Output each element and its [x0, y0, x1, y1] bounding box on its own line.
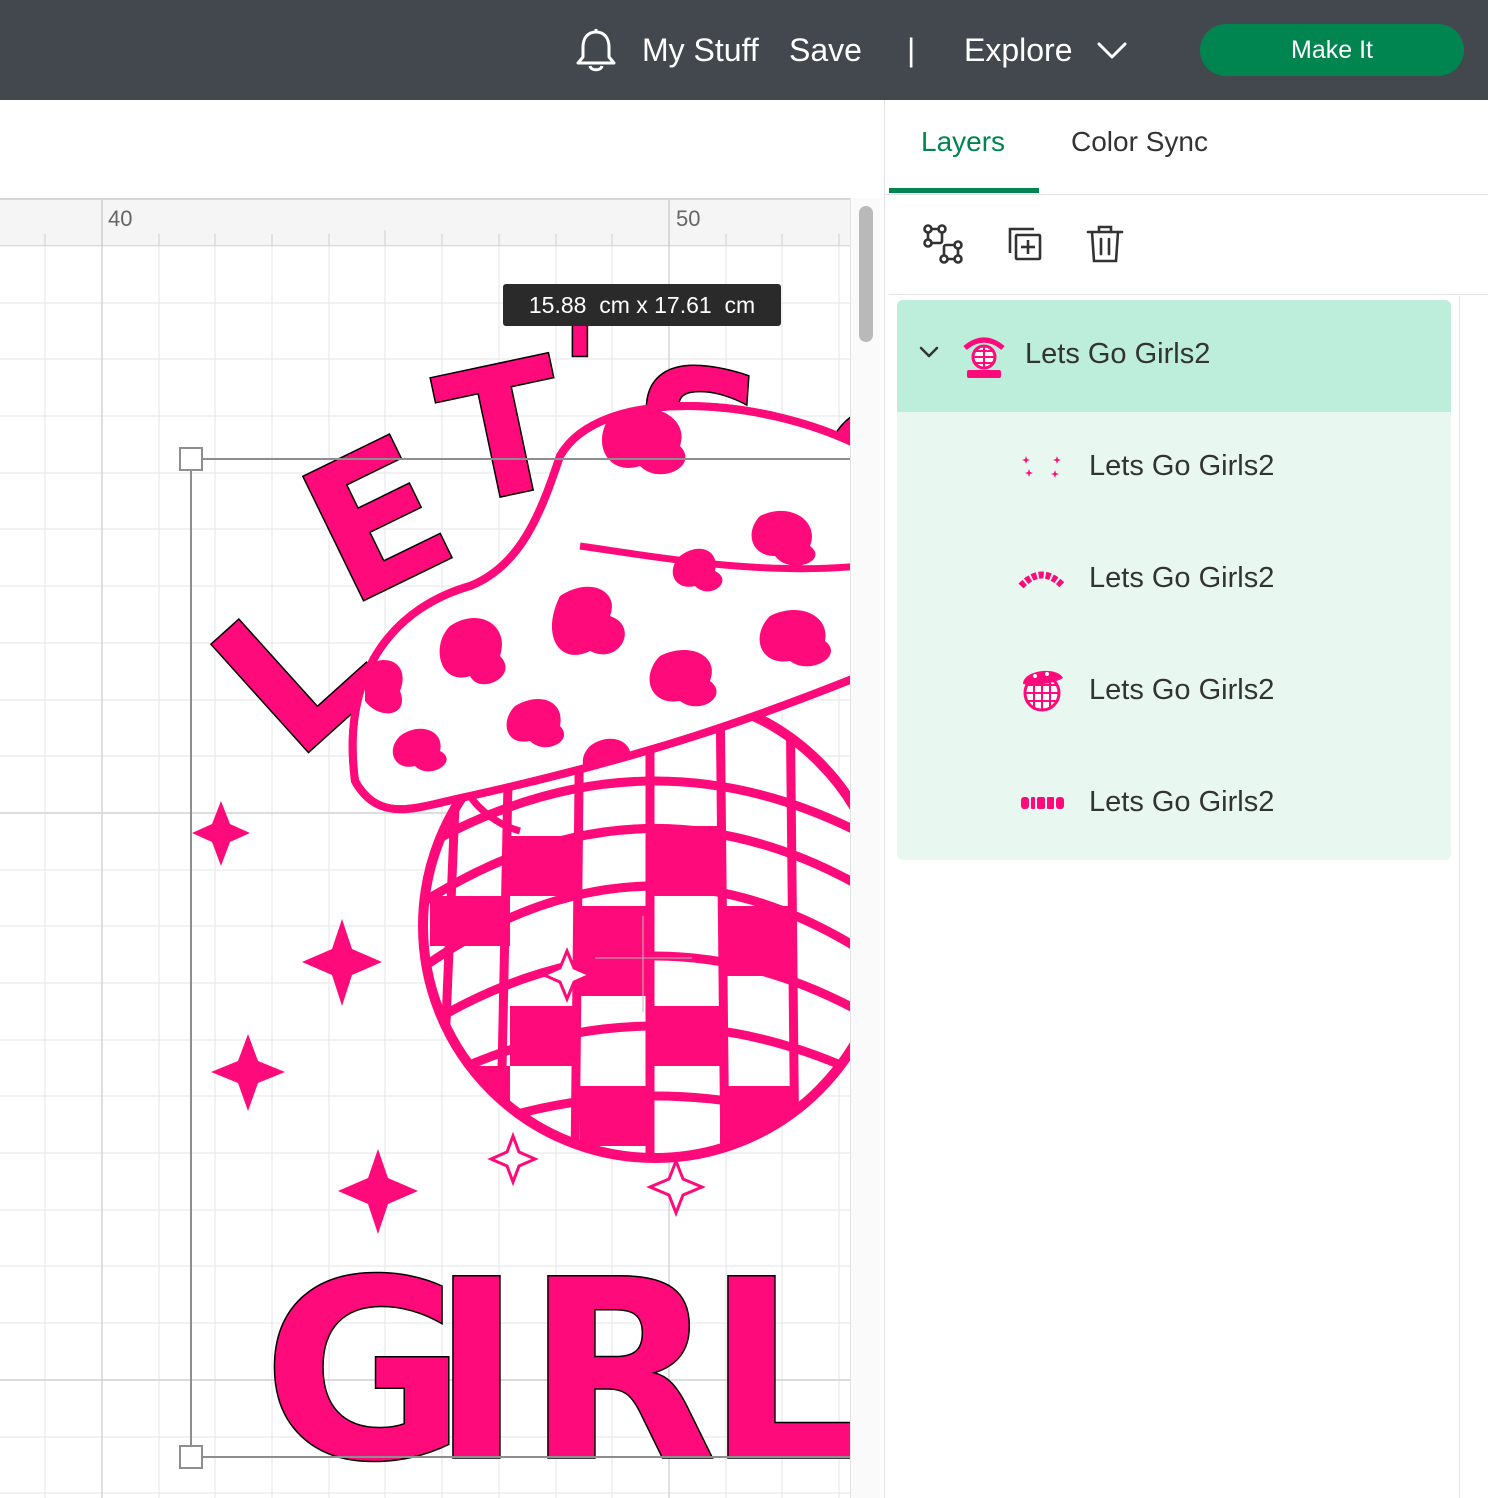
- design-artwork[interactable]: L E T ' S G: [0, 246, 850, 1498]
- tab-divider: [885, 194, 1488, 195]
- canvas-scrollbar-thumb[interactable]: [859, 206, 873, 342]
- layer-name[interactable]: Lets Go Girls2: [1089, 786, 1274, 819]
- layer-thumbnail-full-design: [963, 337, 1005, 378]
- layer-group-header[interactable]: Lets Go Girls2: [897, 300, 1451, 412]
- sparkle-2: [302, 919, 382, 1006]
- layer-thumbnail-hat-disco-ball: [1023, 670, 1063, 712]
- resize-handle-bottom-left[interactable]: [179, 1445, 203, 1469]
- bell-icon[interactable]: [574, 28, 618, 74]
- layer-row-sparkles[interactable]: Lets Go Girls2: [897, 412, 1451, 524]
- duplicate-icon[interactable]: [1003, 222, 1047, 266]
- layer-thumbnail-lets-go-text: [1018, 571, 1066, 589]
- layer-row-hat-disco-ball[interactable]: Lets Go Girls2: [897, 636, 1451, 748]
- sparkle-6: [487, 1131, 539, 1187]
- chevron-down-icon[interactable]: [1096, 38, 1128, 62]
- panel-scrollbar[interactable]: [1459, 296, 1488, 1498]
- layer-name[interactable]: Lets Go Girls2: [1089, 674, 1274, 707]
- my-stuff-link[interactable]: My Stuff: [642, 0, 759, 100]
- layer-row-lets-go-text[interactable]: Lets Go Girls2: [897, 524, 1451, 636]
- save-button[interactable]: Save: [789, 0, 862, 100]
- ruler-label-50: 50: [676, 206, 701, 231]
- design-canvas[interactable]: 40 50 L E T ' G I R L 15.88 cm x 17.61 c…: [0, 100, 884, 1498]
- tab-color-sync[interactable]: Color Sync: [1071, 126, 1208, 158]
- chevron-down-icon[interactable]: [917, 340, 941, 364]
- trash-icon[interactable]: [1083, 222, 1127, 266]
- top-bar: My Stuff Save | Explore Make It: [0, 0, 1488, 100]
- layer-name[interactable]: Lets Go Girls2: [1089, 562, 1274, 595]
- layer-row-girls-text[interactable]: Lets Go Girls2: [897, 748, 1451, 860]
- layers-panel: Layers Color Sync Lets Go Girls2 Lets Go…: [884, 100, 1488, 1498]
- canvas-scrollbar[interactable]: [850, 198, 880, 1498]
- sparkle-3: [211, 1034, 285, 1111]
- header-separator: |: [907, 32, 916, 68]
- active-tab-indicator: [889, 188, 1039, 193]
- tab-layers[interactable]: Layers: [921, 126, 1005, 158]
- resize-handle-top-left[interactable]: [179, 447, 203, 471]
- explore-menu[interactable]: Explore: [964, 0, 1073, 100]
- ruler-label-40: 40: [108, 206, 133, 231]
- toolbar-divider: [889, 294, 1488, 295]
- layer-thumbnail-girls-text: [1021, 797, 1064, 809]
- size-tooltip: 15.88 cm x 17.61 cm: [503, 284, 781, 326]
- layer-thumbnail-sparkles: [1022, 456, 1061, 478]
- sparkle-1: [192, 801, 250, 866]
- make-it-button[interactable]: Make It: [1200, 24, 1464, 76]
- horizontal-ruler: 40 50: [0, 198, 850, 246]
- group-icon[interactable]: [921, 222, 965, 266]
- layer-name[interactable]: Lets Go Girls2: [1089, 450, 1274, 483]
- layer-group-name[interactable]: Lets Go Girls2: [1025, 338, 1210, 371]
- layer-group: Lets Go Girls2 Lets Go Girls2 Lets Go Gi…: [897, 300, 1451, 860]
- sparkle-7: [646, 1156, 706, 1218]
- sparkle-4: [338, 1149, 418, 1234]
